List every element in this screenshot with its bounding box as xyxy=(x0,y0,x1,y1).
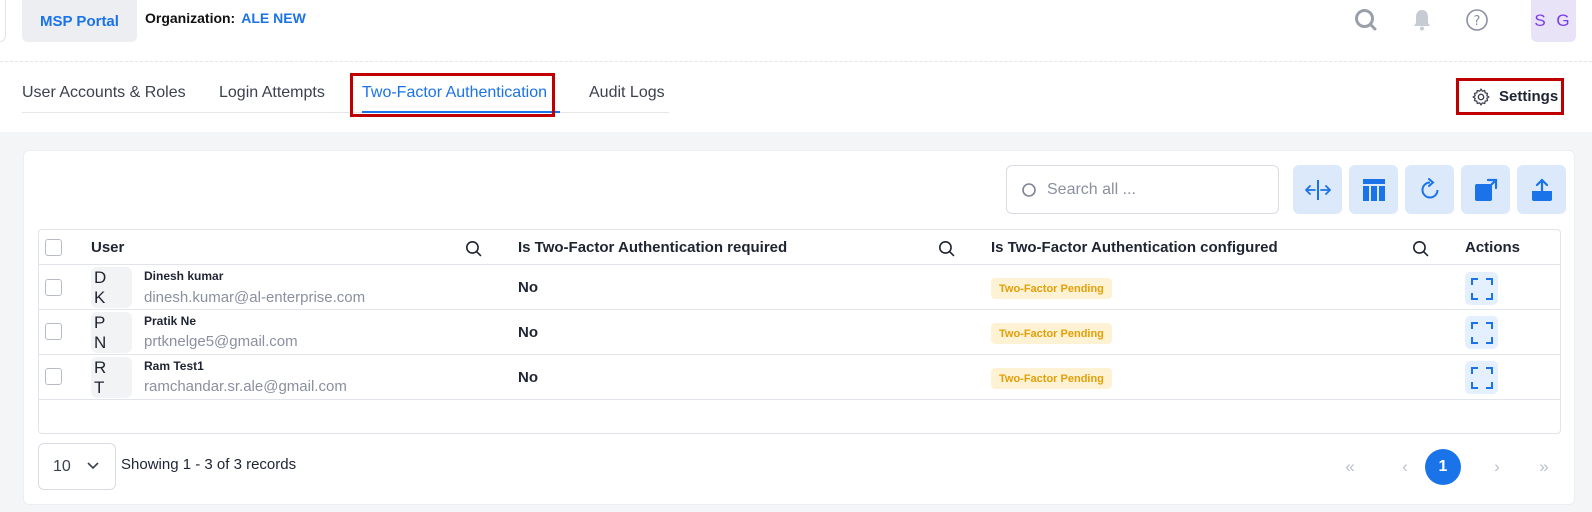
svg-text:?: ? xyxy=(1474,14,1481,29)
gear-icon xyxy=(1472,87,1490,106)
user-email: dinesh.kumar@al-enterprise.com xyxy=(144,289,366,306)
status-badge: Two-Factor Pending xyxy=(991,368,1112,389)
columns-button[interactable] xyxy=(1349,165,1398,214)
user-avatar: P N xyxy=(91,312,132,353)
required-value: No xyxy=(518,324,538,341)
organization-label: Organization: xyxy=(145,10,236,26)
page-size-select[interactable]: 10 xyxy=(38,443,116,490)
filter-search-icon[interactable] xyxy=(1412,240,1429,257)
organization-info: Organization: ALE NEW xyxy=(145,10,306,26)
column-resize-button[interactable] xyxy=(1293,165,1342,214)
last-page-button[interactable]: » xyxy=(1526,449,1562,485)
user-name: Ram Test1 xyxy=(144,359,204,373)
row-checkbox[interactable] xyxy=(45,368,62,385)
expand-icon xyxy=(1470,277,1493,300)
search-icon[interactable] xyxy=(1354,8,1378,32)
user-avatar: D K xyxy=(91,267,132,308)
tab-audit-logs[interactable]: Audit Logs xyxy=(589,84,665,102)
row-divider xyxy=(38,399,1561,400)
page-size-value: 10 xyxy=(53,457,71,475)
highlight-box xyxy=(350,73,555,117)
column-header-actions: Actions xyxy=(1465,239,1521,256)
first-page-button[interactable]: « xyxy=(1332,449,1368,485)
user-name: Pratik Ne xyxy=(144,314,197,328)
help-icon[interactable]: ? xyxy=(1465,8,1489,32)
table-header xyxy=(38,229,1561,265)
expand-icon xyxy=(1470,366,1493,389)
expand-button[interactable] xyxy=(1465,272,1498,305)
user-email: prtknelge5@gmail.com xyxy=(144,333,298,350)
user-name: Dinesh kumar xyxy=(144,269,224,283)
columns-icon xyxy=(1362,178,1385,201)
search-input[interactable]: Search all ... xyxy=(1006,165,1279,214)
select-all-checkbox[interactable] xyxy=(45,239,62,256)
row-divider xyxy=(38,354,1561,355)
column-header-user[interactable]: User xyxy=(91,239,124,256)
tab-login-attempts[interactable]: Login Attempts xyxy=(219,84,325,102)
upload-button[interactable] xyxy=(1517,165,1566,214)
tabs-divider xyxy=(22,112,669,113)
user-email: ramchandar.sr.ale@gmail.com xyxy=(144,378,347,395)
tab-user-accounts-roles[interactable]: User Accounts & Roles xyxy=(22,84,186,102)
search-placeholder: Search all ... xyxy=(1047,180,1136,198)
refresh-button[interactable] xyxy=(1405,165,1454,214)
column-resize-icon xyxy=(1304,179,1331,200)
next-page-button[interactable]: › xyxy=(1479,449,1515,485)
settings-button[interactable]: Settings xyxy=(1456,78,1564,115)
search-icon xyxy=(1022,182,1036,197)
page-1-button[interactable]: 1 xyxy=(1425,449,1461,485)
chevron-down-icon xyxy=(87,462,99,470)
expand-button[interactable] xyxy=(1465,316,1498,349)
external-link-icon xyxy=(1474,178,1497,201)
sidebar-toggle[interactable] xyxy=(0,0,6,42)
column-header-configured[interactable]: Is Two-Factor Authentication configured xyxy=(991,239,1278,256)
records-summary: Showing 1 - 3 of 3 records xyxy=(121,456,297,473)
required-value: No xyxy=(518,369,538,386)
export-button[interactable] xyxy=(1461,165,1510,214)
expand-icon xyxy=(1470,321,1493,344)
previous-page-button[interactable]: ‹ xyxy=(1387,449,1423,485)
organization-value[interactable]: ALE NEW xyxy=(241,10,306,26)
row-checkbox[interactable] xyxy=(45,323,62,340)
user-avatar[interactable]: S G xyxy=(1531,0,1576,42)
filter-search-icon[interactable] xyxy=(938,240,955,257)
settings-label: Settings xyxy=(1499,88,1559,105)
required-value: No xyxy=(518,279,538,296)
msp-portal-button[interactable]: MSP Portal xyxy=(22,0,137,42)
status-badge: Two-Factor Pending xyxy=(991,323,1112,344)
upload-icon xyxy=(1531,177,1552,201)
expand-button[interactable] xyxy=(1465,361,1498,394)
refresh-icon xyxy=(1421,177,1438,198)
row-divider xyxy=(38,309,1561,310)
filter-search-icon[interactable] xyxy=(465,240,482,257)
user-avatar: R T xyxy=(91,357,132,398)
column-header-required[interactable]: Is Two-Factor Authentication required xyxy=(518,239,787,256)
row-checkbox[interactable] xyxy=(45,279,62,296)
status-badge: Two-Factor Pending xyxy=(991,278,1112,299)
bell-icon[interactable] xyxy=(1410,8,1434,32)
